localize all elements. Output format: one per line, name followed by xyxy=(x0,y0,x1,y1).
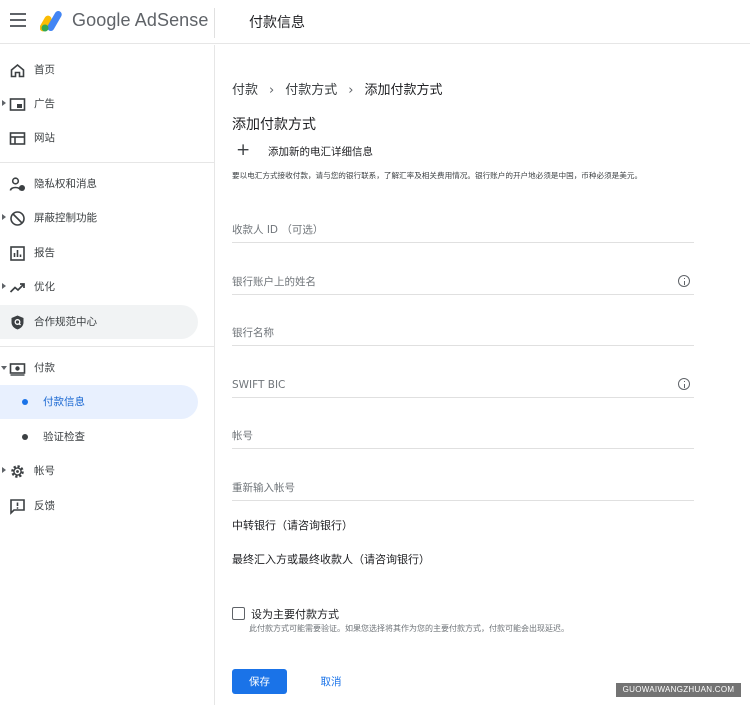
sidebar-item-label: 屏蔽控制功能 xyxy=(34,212,97,224)
account-number-confirm-input[interactable] xyxy=(232,477,662,499)
bullet-icon xyxy=(22,434,28,440)
brand-name: Google AdSense xyxy=(72,10,209,30)
bullet-icon xyxy=(22,399,28,405)
sidebar-item-verification[interactable]: 验证检查 xyxy=(0,420,198,454)
hamburger-menu-icon[interactable] xyxy=(10,13,26,29)
expand-arrow-icon xyxy=(2,283,6,289)
account-number-field[interactable] xyxy=(232,425,694,449)
expand-arrow-icon xyxy=(2,100,6,106)
sidebar-item-label: 网站 xyxy=(34,132,55,144)
watermark: GUOWAIWANGZHUAN.COM xyxy=(616,683,741,697)
breadcrumb-payment-methods[interactable]: 付款方式 xyxy=(285,83,337,98)
bank-name-input[interactable] xyxy=(232,322,662,344)
sidebar-item-reports[interactable]: 报告 xyxy=(0,236,198,270)
account-number-confirm-field[interactable] xyxy=(232,477,694,501)
payee-id-field[interactable] xyxy=(232,219,694,243)
breadcrumb-payments[interactable]: 付款 xyxy=(232,83,258,98)
primary-method-row: 设为主要付款方式 此付款方式可能需要验证。如果您选择将其作为您的主要付款方式，付… xyxy=(232,605,652,635)
expand-arrow-icon xyxy=(2,467,6,473)
sidebar-item-blocking-controls[interactable]: 屏蔽控制功能 xyxy=(0,201,198,235)
add-wire-details-label: 添加新的电汇详细信息 xyxy=(268,146,373,158)
breadcrumb-current: 添加付款方式 xyxy=(364,83,443,98)
sidebar-item-label: 隐私权和消息 xyxy=(34,178,97,190)
adsense-logo-icon xyxy=(40,11,62,32)
bank-name-field[interactable] xyxy=(232,322,694,346)
privacy-icon xyxy=(9,177,25,191)
info-icon[interactable] xyxy=(678,275,690,287)
sidebar-item-label: 验证检查 xyxy=(43,431,85,443)
sidebar-divider xyxy=(0,162,215,163)
sidebar-item-label: 合作规范中心 xyxy=(34,316,97,328)
sidebar-item-label: 首页 xyxy=(34,64,55,76)
account-name-input[interactable] xyxy=(232,271,662,293)
page-title: 添加付款方式 xyxy=(232,117,316,133)
report-icon xyxy=(10,246,25,261)
feedback-icon xyxy=(10,499,25,515)
sidebar: 首页 广告 网站 隐私权和消息 屏蔽控制功能 报告 优化 合作规范中心 付款 付… xyxy=(0,45,215,705)
primary-method-checkbox[interactable] xyxy=(232,607,245,620)
plus-icon: + xyxy=(236,140,251,160)
top-app-bar: Google AdSense 付款信息 xyxy=(0,0,750,44)
home-icon xyxy=(10,63,25,78)
swift-bic-field[interactable] xyxy=(232,374,694,398)
wire-transfer-description: 要以电汇方式接收付款，请与您的银行联系，了解汇率及相关费用情况。银行账户的开户地… xyxy=(232,171,643,180)
breadcrumb: 付款 › 付款方式 › 添加付款方式 xyxy=(232,79,442,98)
sidebar-item-home[interactable]: 首页 xyxy=(0,53,198,87)
sidebar-item-label: 广告 xyxy=(34,98,55,110)
sidebar-item-label: 付款信息 xyxy=(43,396,85,408)
info-icon[interactable] xyxy=(678,378,690,390)
primary-method-hint: 此付款方式可能需要验证。如果您选择将其作为您的主要付款方式，付款可能会出现延迟。 xyxy=(249,624,569,633)
gear-icon xyxy=(11,465,24,478)
sidebar-item-ads[interactable]: 广告 xyxy=(0,87,198,121)
header-divider xyxy=(214,8,215,38)
sidebar-item-optimize[interactable]: 优化 xyxy=(0,270,198,304)
final-recipient-label[interactable]: 最终汇入方或最终收款人（请咨询银行） xyxy=(232,551,430,567)
header-title: 付款信息 xyxy=(249,15,305,31)
intermediary-bank-label[interactable]: 中转银行（请咨询银行） xyxy=(232,517,353,533)
sidebar-item-policy-center[interactable]: 合作规范中心 xyxy=(0,305,198,339)
expand-arrow-icon xyxy=(2,214,6,220)
account-name-field[interactable] xyxy=(232,271,694,295)
policy-center-icon xyxy=(11,315,24,330)
payee-id-input[interactable] xyxy=(232,219,662,241)
sites-icon xyxy=(9,132,26,145)
sidebar-item-feedback[interactable]: 反馈 xyxy=(0,489,198,523)
account-number-input[interactable] xyxy=(232,425,662,447)
swift-bic-input[interactable] xyxy=(232,374,662,396)
chevron-right-icon: › xyxy=(269,83,275,98)
sidebar-item-privacy[interactable]: 隐私权和消息 xyxy=(0,167,198,201)
optimize-icon xyxy=(9,283,25,293)
sidebar-item-label: 优化 xyxy=(34,281,55,293)
sidebar-item-account[interactable]: 帐号 xyxy=(0,454,198,488)
block-icon xyxy=(10,211,25,226)
chevron-right-icon: › xyxy=(348,83,354,98)
sidebar-divider xyxy=(0,346,215,347)
sidebar-item-label: 帐号 xyxy=(34,465,55,477)
primary-method-label[interactable]: 设为主要付款方式 xyxy=(251,606,339,622)
sidebar-item-payments[interactable]: 付款 xyxy=(0,351,198,385)
sidebar-item-label: 反馈 xyxy=(34,500,55,512)
collapse-arrow-icon xyxy=(1,366,7,370)
sidebar-item-payment-info[interactable]: 付款信息 xyxy=(0,385,198,419)
payments-icon xyxy=(9,363,26,376)
sidebar-item-label: 报告 xyxy=(34,247,55,259)
ads-icon xyxy=(9,98,26,111)
add-wire-details-button[interactable]: + 添加新的电汇详细信息 xyxy=(232,141,432,163)
sidebar-item-label: 付款 xyxy=(34,362,55,374)
save-button[interactable]: 保存 xyxy=(232,669,287,694)
sidebar-item-sites[interactable]: 网站 xyxy=(0,121,198,155)
cancel-button[interactable]: 取消 xyxy=(312,669,350,694)
